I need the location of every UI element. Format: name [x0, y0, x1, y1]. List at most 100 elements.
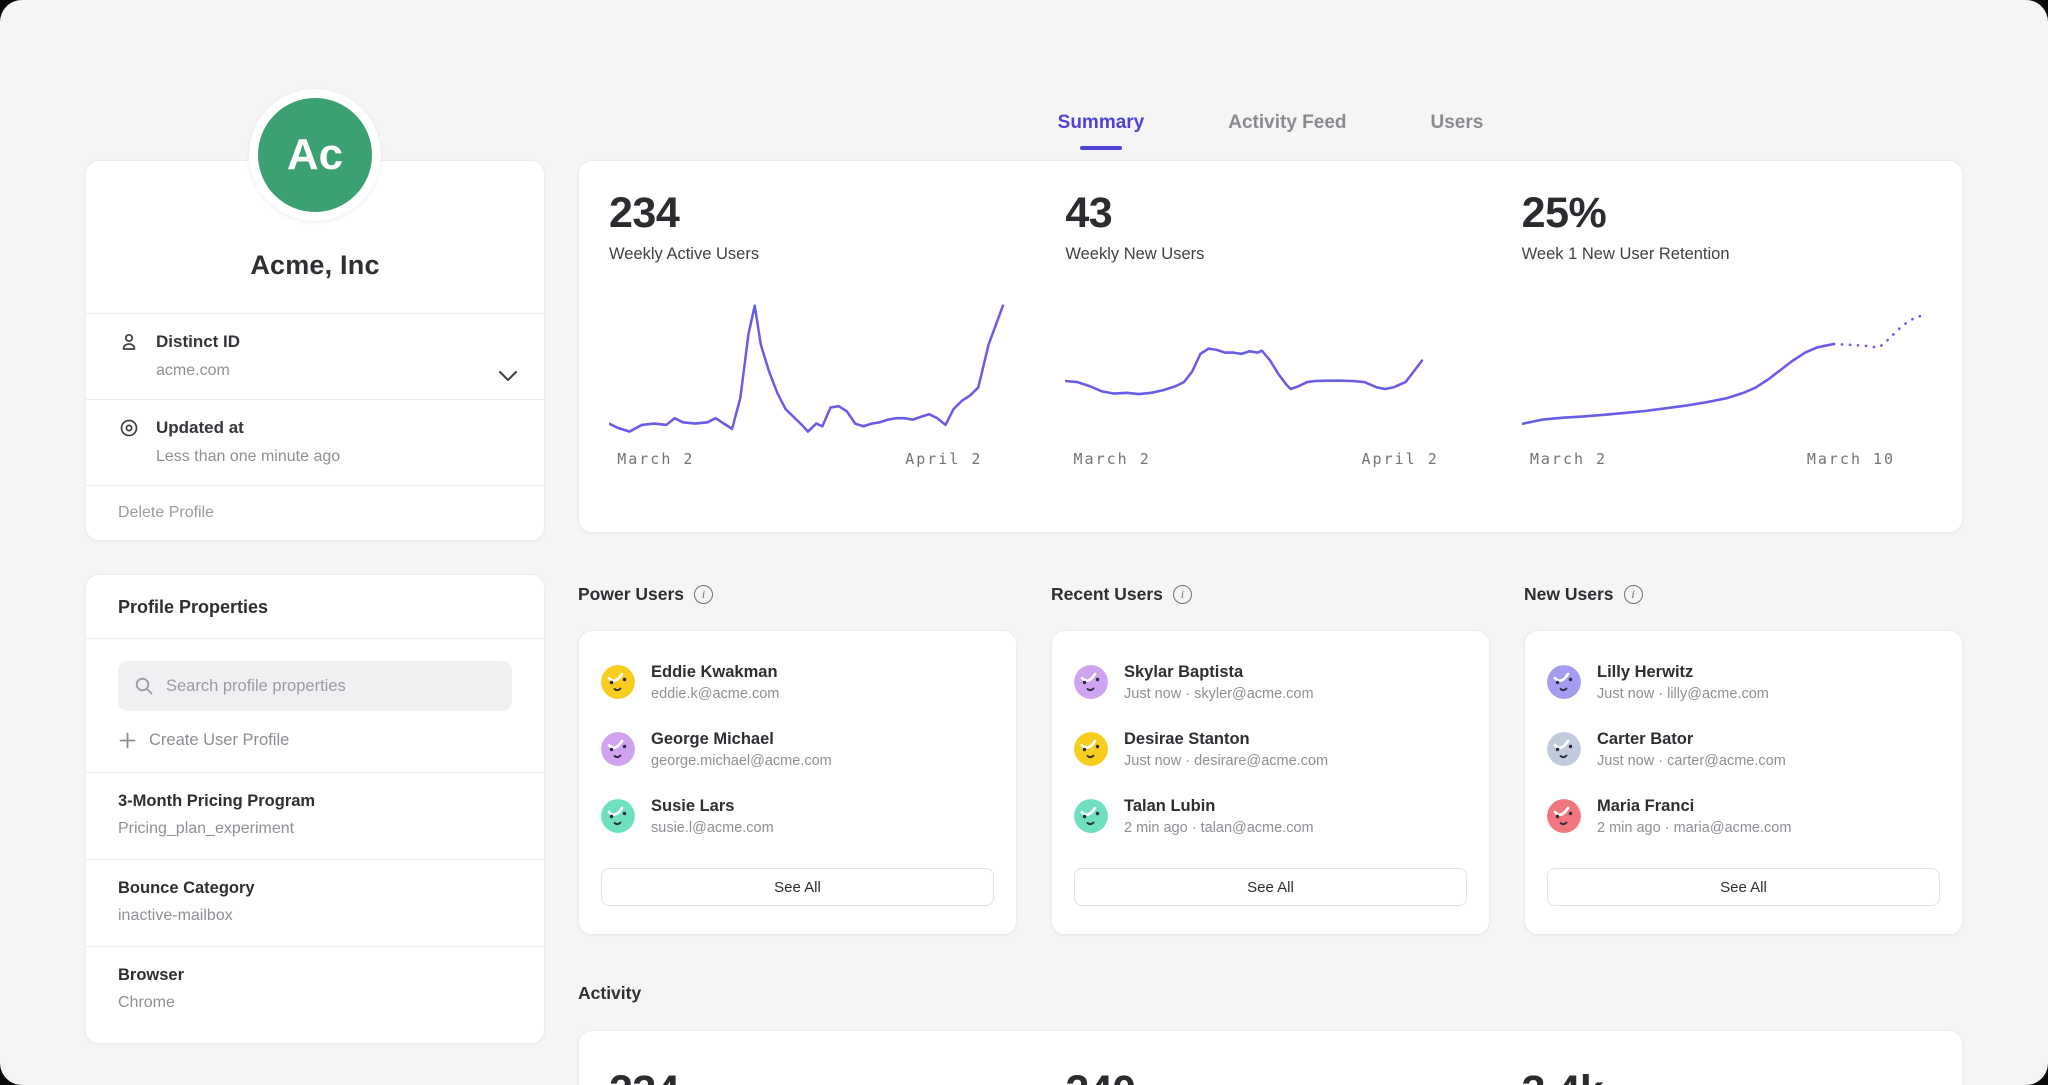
stat-value: 43: [1065, 189, 1475, 238]
divider: [86, 638, 544, 639]
x-axis-tick: April 2: [905, 450, 982, 468]
user-list-item[interactable]: Skylar Baptista Just now · skyler@acme.c…: [1074, 657, 1467, 707]
distinct-id-label: Distinct ID: [156, 332, 240, 352]
user-name: Skylar Baptista: [1124, 663, 1314, 682]
user-name: Lilly Herwitz: [1597, 663, 1769, 682]
section-new-users: New Users i Lilly Herwitz Just now · lil…: [1524, 580, 1963, 935]
property-value: Chrome: [118, 994, 512, 1012]
stat-weekly-new-users: 43 Weekly New Users March 2 April 2: [1065, 189, 1475, 504]
section-power-users: Power Users i Eddie Kwakman eddie.k@acme…: [578, 580, 1017, 935]
user-list-item[interactable]: Lilly Herwitz Just now · lilly@acme.com: [1547, 657, 1940, 707]
summary-stats-card: 234 Weekly Active Users March 2 April 2 …: [578, 160, 1963, 533]
profile-dashboard: Ac Acme, Inc Distinct ID acme.com: [0, 0, 2048, 1085]
user-meta: george.michael@acme.com: [651, 753, 832, 769]
user-list-item[interactable]: George Michael george.michael@acme.com: [601, 724, 994, 774]
user-name: Eddie Kwakman: [651, 663, 779, 682]
user-avatar: [601, 732, 635, 766]
profile-properties-card: Profile Properties Create User Profile 3…: [85, 574, 545, 1044]
info-icon[interactable]: i: [694, 585, 713, 604]
user-avatar: [1547, 732, 1581, 766]
user-name: Desirae Stanton: [1124, 730, 1328, 749]
plus-icon: [119, 732, 136, 749]
user-avatar: [1074, 799, 1108, 833]
user-avatar: [1074, 665, 1108, 699]
activity-stat-value: 234: [609, 1067, 1019, 1085]
user-name: Maria Franci: [1597, 797, 1791, 816]
activity-section-title: Activity: [578, 983, 641, 1004]
property-name: 3-Month Pricing Program: [118, 792, 512, 811]
profile-sidebar: Ac Acme, Inc Distinct ID acme.com: [85, 160, 545, 1044]
user-meta: 2 min ago · talan@acme.com: [1124, 820, 1314, 836]
x-axis-tick: April 2: [1362, 450, 1439, 468]
create-user-profile-button[interactable]: Create User Profile: [86, 711, 544, 772]
stat-week1-retention: 25% Week 1 New User Retention March 2 Ma…: [1522, 189, 1932, 504]
user-avatar: [601, 665, 635, 699]
stat-label: Weekly New Users: [1065, 245, 1475, 264]
section-title: Recent Users: [1051, 584, 1163, 605]
user-list-card: Skylar Baptista Just now · skyler@acme.c…: [1051, 630, 1490, 935]
user-name: George Michael: [651, 730, 832, 749]
delete-profile-button[interactable]: Delete Profile: [86, 486, 544, 540]
x-axis-tick: March 2: [617, 450, 694, 468]
stat-value: 25%: [1522, 189, 1932, 238]
user-sections: Power Users i Eddie Kwakman eddie.k@acme…: [578, 580, 1963, 935]
see-all-button[interactable]: See All: [1547, 868, 1940, 906]
user-avatar: [1074, 732, 1108, 766]
user-list-item[interactable]: Carter Bator Just now · carter@acme.com: [1547, 724, 1940, 774]
user-meta: Just now · lilly@acme.com: [1597, 686, 1769, 702]
stat-label: Week 1 New User Retention: [1522, 245, 1932, 264]
user-meta: Just now · carter@acme.com: [1597, 753, 1786, 769]
company-avatar: Ac: [249, 89, 381, 221]
tab-users[interactable]: Users: [1431, 112, 1484, 148]
activity-stats-card: 234 240 3.4k: [578, 1030, 1963, 1085]
person-icon: [118, 331, 140, 353]
see-all-button[interactable]: See All: [1074, 868, 1467, 906]
sparkline-chart-weekly-active-users: [609, 291, 1019, 441]
company-profile-card: Ac Acme, Inc Distinct ID acme.com: [85, 160, 545, 541]
updated-at-row: Updated at Less than one minute ago: [86, 400, 544, 485]
distinct-id-row: Distinct ID acme.com: [86, 314, 544, 399]
profile-properties-title: Profile Properties: [86, 575, 544, 638]
tab-bar: Summary Activity Feed Users: [578, 112, 1963, 148]
search-icon: [134, 676, 154, 696]
see-all-button[interactable]: See All: [601, 868, 994, 906]
user-meta: susie.l@acme.com: [651, 820, 774, 836]
tab-summary[interactable]: Summary: [1058, 112, 1145, 148]
user-list-item[interactable]: Talan Lubin 2 min ago · talan@acme.com: [1074, 791, 1467, 841]
property-value: Pricing_plan_experiment: [118, 820, 512, 838]
user-list-item[interactable]: Eddie Kwakman eddie.k@acme.com: [601, 657, 994, 707]
search-profile-properties-input[interactable]: [118, 661, 512, 711]
sparkline-chart-weekly-new-users: [1065, 291, 1475, 441]
section-title: New Users: [1524, 584, 1614, 605]
user-list-item[interactable]: Susie Lars susie.l@acme.com: [601, 791, 994, 841]
stat-value: 234: [609, 189, 1019, 238]
user-list-card: Eddie Kwakman eddie.k@acme.com George Mi…: [578, 630, 1017, 935]
user-list-card: Lilly Herwitz Just now · lilly@acme.com …: [1524, 630, 1963, 935]
property-row[interactable]: Bounce Category inactive-mailbox: [86, 860, 544, 946]
company-name: Acme, Inc: [250, 250, 379, 281]
user-meta: eddie.k@acme.com: [651, 686, 779, 702]
updated-at-label: Updated at: [156, 418, 244, 438]
property-row[interactable]: Browser Chrome: [86, 947, 544, 1033]
user-name: Carter Bator: [1597, 730, 1786, 749]
tab-activity-feed[interactable]: Activity Feed: [1228, 112, 1346, 148]
company-avatar-initials: Ac: [287, 130, 343, 180]
info-icon[interactable]: i: [1624, 585, 1643, 604]
sparkline-chart-week1-retention: [1522, 291, 1932, 441]
stat-label: Weekly Active Users: [609, 245, 1019, 264]
section-title: Power Users: [578, 584, 684, 605]
stat-weekly-active-users: 234 Weekly Active Users March 2 April 2: [609, 189, 1019, 504]
chevron-down-icon[interactable]: [498, 370, 518, 382]
activity-stat-value: 240: [1065, 1067, 1475, 1085]
property-row[interactable]: 3-Month Pricing Program Pricing_plan_exp…: [86, 773, 544, 859]
user-avatar: [1547, 665, 1581, 699]
info-icon[interactable]: i: [1173, 585, 1192, 604]
user-avatar: [601, 799, 635, 833]
activity-stat-value: 3.4k: [1522, 1067, 1932, 1085]
user-meta: Just now · skyler@acme.com: [1124, 686, 1314, 702]
user-list-item[interactable]: Maria Franci 2 min ago · maria@acme.com: [1547, 791, 1940, 841]
x-axis-tick: March 10: [1807, 450, 1895, 468]
user-list-item[interactable]: Desirae Stanton Just now · desirare@acme…: [1074, 724, 1467, 774]
user-meta: Just now · desirare@acme.com: [1124, 753, 1328, 769]
user-name: Talan Lubin: [1124, 797, 1314, 816]
